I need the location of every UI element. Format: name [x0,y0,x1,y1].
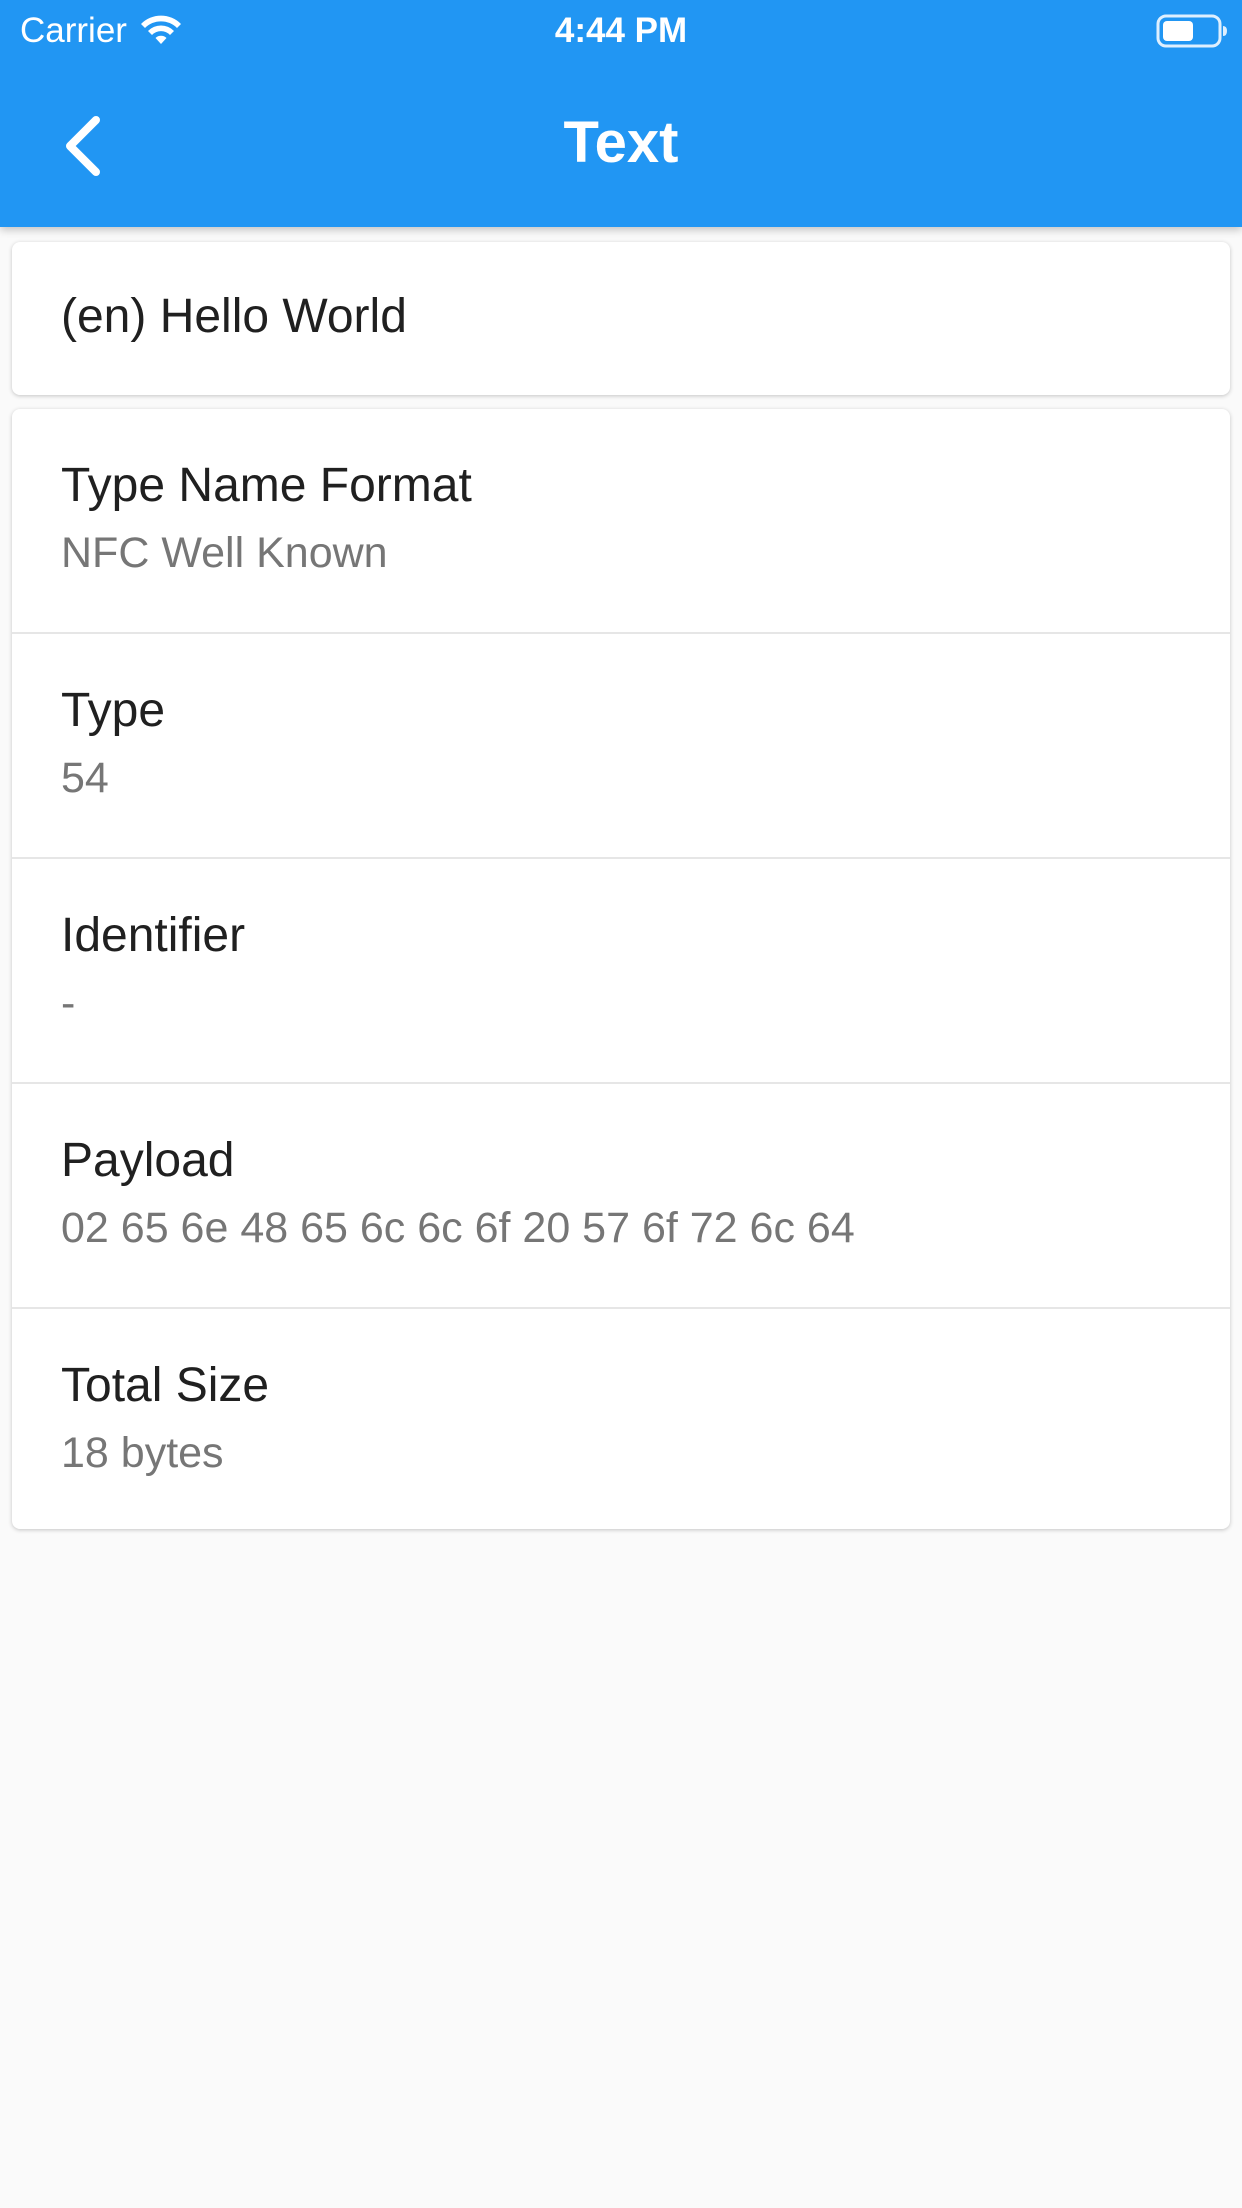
detail-value: 54 [61,754,109,802]
record-text-card: (en) Hello World [12,242,1230,395]
detail-label: Identifier [61,909,246,962]
detail-value: - [61,979,76,1027]
page-title: Text [563,110,679,175]
status-time: 4:44 PM [554,11,688,50]
detail-row-total-size: Total Size 18 bytes [12,1309,1230,1534]
detail-label: Type Name Format [61,459,472,512]
battery-icon [1156,14,1228,48]
detail-label: Type [61,684,166,737]
detail-row-payload: Payload 02 65 6e 48 65 6c 6c 6f 20 57 6f… [12,1084,1230,1309]
detail-row-identifier: Identifier - [12,859,1230,1084]
app-bar: Carrier 4:44 PM Text [0,0,1242,227]
detail-label: Payload [61,1134,235,1187]
navigation-bar: Text [0,62,1242,227]
detail-value: NFC Well Known [61,529,388,577]
detail-label: Total Size [61,1359,270,1412]
detail-row-type: Type 54 [12,634,1230,859]
status-bar: Carrier 4:44 PM [0,0,1242,62]
record-text: (en) Hello World [61,290,407,343]
detail-row-type-name-format: Type Name Format NFC Well Known [12,409,1230,634]
record-details-card: Type Name Format NFC Well Known Type 54 … [12,409,1230,1529]
detail-value: 18 bytes [61,1429,224,1477]
detail-value: 02 65 6e 48 65 6c 6c 6f 20 57 6f 72 6c 6… [61,1204,855,1252]
